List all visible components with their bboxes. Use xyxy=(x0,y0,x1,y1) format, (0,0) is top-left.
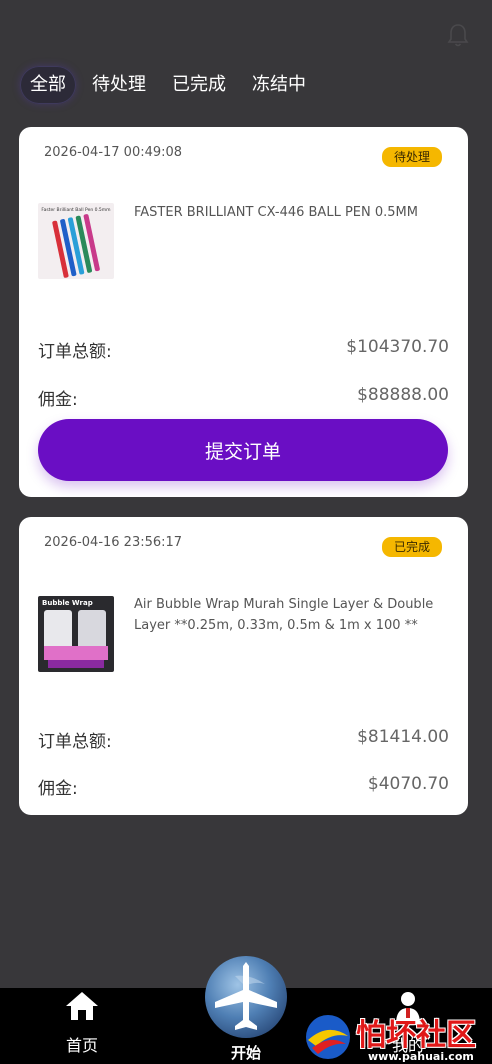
order-total-label: 订单总额: xyxy=(38,342,112,362)
tab-frozen[interactable]: 冻结中 xyxy=(242,66,316,104)
order-total-value: $81414.00 xyxy=(357,727,449,747)
watermark-url: www.pahuai.com xyxy=(368,1050,474,1063)
watermark-text: 怕坏社区 xyxy=(356,1018,476,1053)
order-status-tabs: 全部 待处理 已完成 冻结中 xyxy=(20,66,322,104)
commission-row: 佣金: $4070.70 xyxy=(38,774,449,799)
order-total-row: 订单总额: $81414.00 xyxy=(38,727,449,752)
commission-label: 佣金: xyxy=(38,779,78,799)
status-badge: 已完成 xyxy=(381,537,442,557)
product-name: Air Bubble Wrap Murah Single Layer & Dou… xyxy=(134,597,434,633)
order-date: 2026-04-16 23:56:17 xyxy=(44,535,183,550)
watermark-logo xyxy=(306,1015,350,1059)
start-label: 开始 xyxy=(230,1044,261,1062)
start-button[interactable] xyxy=(205,956,287,1038)
product-thumbnail: Bubble Wrap xyxy=(38,596,114,672)
tab-pending[interactable]: 待处理 xyxy=(82,66,156,104)
commission-label: 佣金: xyxy=(38,390,78,410)
nav-home[interactable]: 首页 xyxy=(32,988,132,1064)
order-card: 2026-04-16 23:56:17 已完成 Bubble Wrap Air … xyxy=(19,517,468,815)
tab-all[interactable]: 全部 xyxy=(20,66,76,104)
product-name: FASTER BRILLIANT CX-446 BALL PEN 0.5MM xyxy=(134,205,418,220)
status-badge: 待处理 xyxy=(381,147,442,167)
order-total-value: $104370.70 xyxy=(346,337,449,357)
bell-icon[interactable] xyxy=(446,22,470,48)
tab-completed[interactable]: 已完成 xyxy=(162,66,236,104)
nav-home-label: 首页 xyxy=(65,1036,98,1055)
order-total-row: 订单总额: $104370.70 xyxy=(38,337,449,362)
airplane-icon xyxy=(215,962,277,1030)
home-icon xyxy=(66,992,98,1020)
thumb-caption: Faster Brilliant Ball Pen 0.5mm xyxy=(41,207,110,213)
order-total-label: 订单总额: xyxy=(38,732,112,752)
thumb-caption: Bubble Wrap xyxy=(42,599,93,607)
commission-row: 佣金: $88888.00 xyxy=(38,385,449,410)
commission-value: $88888.00 xyxy=(357,385,449,405)
order-date: 2026-04-17 00:49:08 xyxy=(44,145,183,160)
watermark: 怕坏社区 www.pahuai.com xyxy=(296,1006,492,1064)
order-card: 2026-04-17 00:49:08 待处理 Faster Brilliant… xyxy=(19,127,468,497)
submit-order-button[interactable]: 提交订单 xyxy=(38,419,448,481)
product-thumbnail: Faster Brilliant Ball Pen 0.5mm xyxy=(38,203,114,279)
commission-value: $4070.70 xyxy=(367,774,449,794)
